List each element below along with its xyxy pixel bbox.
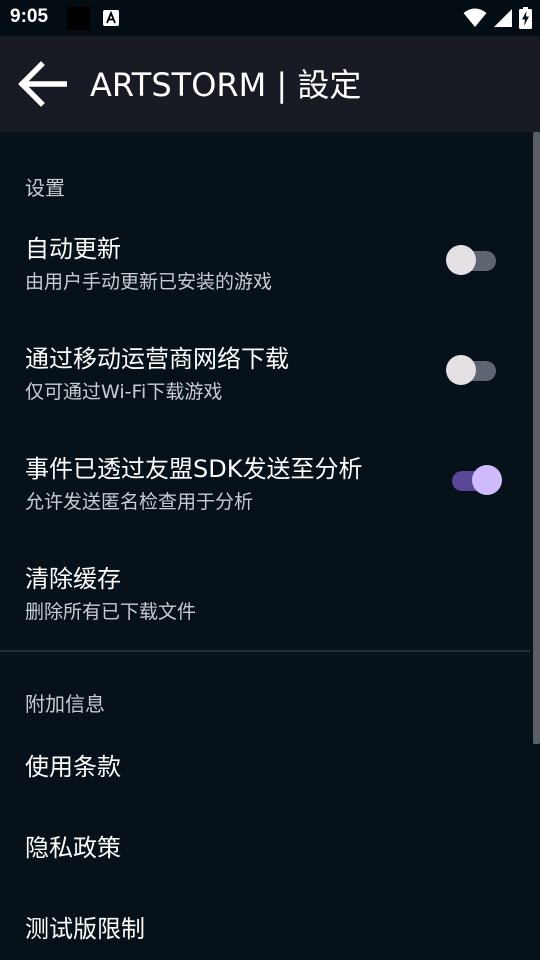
setting-title: 自动更新	[25, 235, 121, 263]
setting-subtitle: 允许发送匿名检查用于分析	[25, 491, 254, 513]
setting-auto-update[interactable]: 自动更新 由用户手动更新已安装的游戏	[0, 234, 530, 330]
arrow-left-icon	[18, 61, 67, 107]
setting-title: 事件已透过友盟SDK发送至分析	[25, 455, 363, 483]
status-bar: 9:05	[0, 0, 540, 36]
privacy-policy-link[interactable]: 隐私政策	[0, 817, 530, 877]
toggle-thumb	[472, 465, 502, 495]
analytics-toggle[interactable]	[446, 464, 502, 496]
status-time: 9:05	[10, 6, 49, 27]
a-notification-icon	[103, 10, 119, 26]
beta-limitations-link[interactable]: 测试版限制	[0, 898, 530, 958]
link-label: 隐私政策	[25, 834, 121, 862]
link-label: 测试版限制	[25, 915, 145, 943]
setting-clear-cache[interactable]: 清除缓存 删除所有已下载文件	[0, 564, 530, 660]
toggle-thumb	[446, 355, 476, 385]
black-square-icon	[67, 7, 90, 30]
battery-charging-icon	[519, 7, 532, 29]
setting-mobile-data-download[interactable]: 通过移动运营商网络下载 仅可通过Wi-Fi下载游戏	[0, 344, 530, 440]
setting-subtitle: 删除所有已下载文件	[25, 601, 197, 623]
scrollbar[interactable]	[533, 132, 540, 744]
status-icons	[463, 7, 532, 29]
terms-of-use-link[interactable]: 使用条款	[0, 736, 530, 796]
section-divider	[0, 650, 530, 652]
toggle-thumb	[446, 245, 476, 275]
section-header-settings: 设置	[25, 176, 65, 200]
link-label: 使用条款	[25, 753, 121, 781]
app-bar: ARTSTORM | 設定	[0, 36, 540, 132]
signal-icon	[494, 9, 512, 27]
setting-subtitle: 由用户手动更新已安装的游戏	[25, 271, 273, 293]
section-header-additional-info: 附加信息	[25, 692, 105, 716]
mobile-data-toggle[interactable]	[446, 354, 500, 386]
auto-update-toggle[interactable]	[446, 244, 500, 276]
settings-content: 设置 自动更新 由用户手动更新已安装的游戏 通过移动运营商网络下载 仅可通过Wi…	[0, 132, 540, 960]
setting-subtitle: 仅可通过Wi-Fi下载游戏	[25, 381, 223, 403]
setting-title: 通过移动运营商网络下载	[25, 345, 289, 373]
setting-analytics-events[interactable]: 事件已透过友盟SDK发送至分析 允许发送匿名检查用于分析	[0, 454, 530, 550]
wifi-icon	[463, 8, 487, 27]
setting-title: 清除缓存	[25, 565, 121, 593]
back-button[interactable]	[14, 58, 70, 110]
page-title: ARTSTORM | 設定	[90, 66, 362, 104]
